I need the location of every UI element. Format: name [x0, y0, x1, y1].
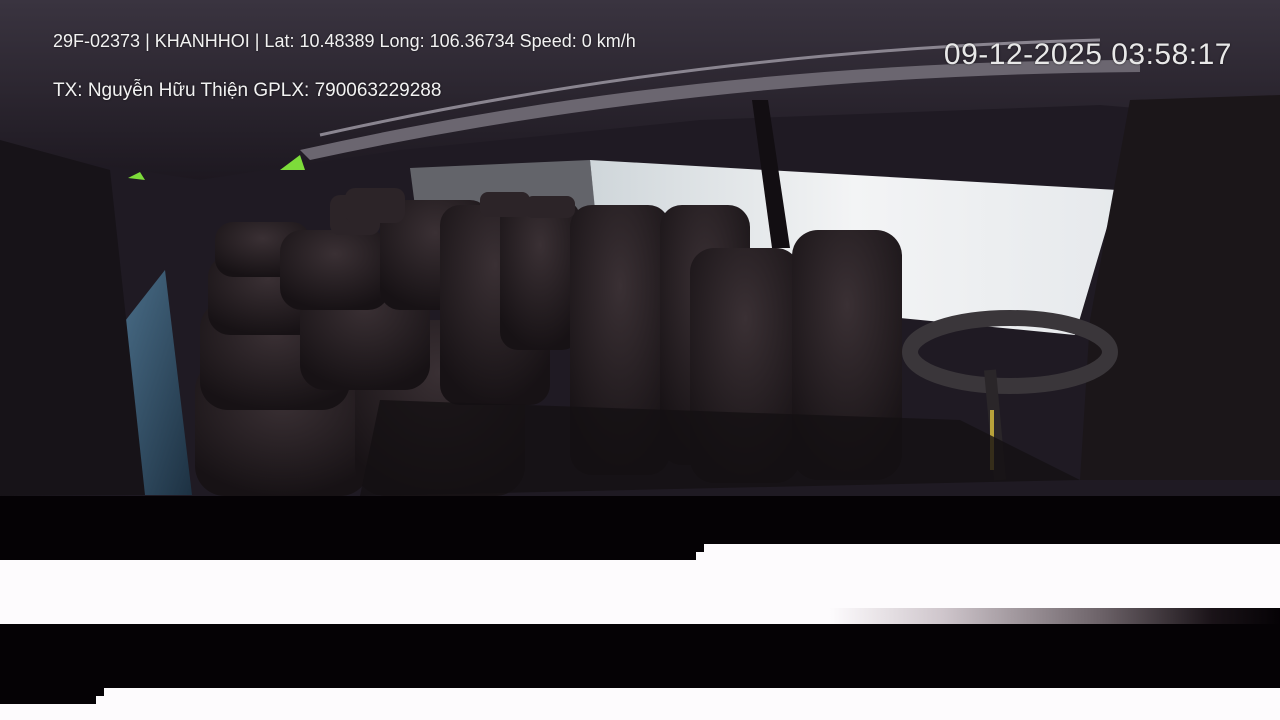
- camera-frame: 29F-02373 | KHANHHOI | Lat: 10.48389 Lon…: [0, 0, 1280, 720]
- osd-driver-info: TX: Nguyễn Hữu Thiện GPLX: 790063229288: [53, 80, 442, 101]
- bus-interior-image: [0, 0, 1280, 496]
- glitch-band-white-2: [0, 688, 1280, 720]
- glitch-gradient-stripe: [830, 608, 1280, 624]
- bus-interior-camera-view: 29F-02373 | KHANHHOI | Lat: 10.48389 Lon…: [0, 0, 1280, 496]
- glitch-band-black-2: [0, 624, 1280, 688]
- glitch-stripe-white: [704, 544, 1280, 560]
- osd-timestamp: 09-12-2025 03:58:17: [943, 38, 1232, 71]
- glitch-notch-dark: [0, 688, 96, 704]
- glitch-notch-small: [96, 688, 104, 696]
- osd-vehicle-info: 29F-02373 | KHANHHOI | Lat: 10.48389 Lon…: [53, 31, 636, 51]
- glitch-notch: [696, 552, 704, 560]
